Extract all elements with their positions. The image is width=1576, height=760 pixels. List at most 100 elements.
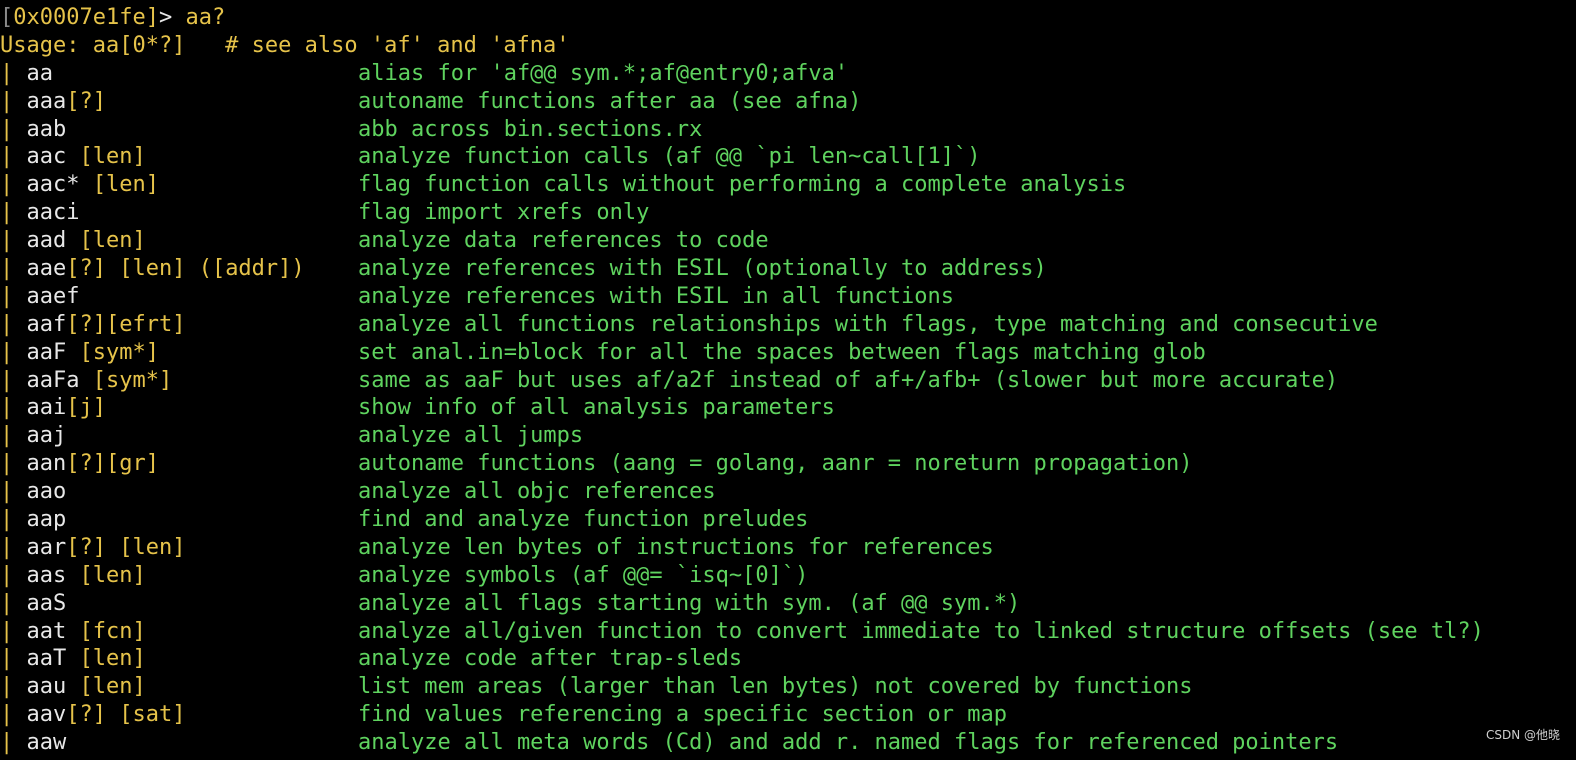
help-row-args: [?] [len] ([addr]) [66,256,305,282]
help-row-command: aat [26,618,67,644]
help-row-description: analyze symbols (af @@= `isq~[0]`) [358,562,809,588]
help-row-args: [len] [66,674,146,700]
help-row-description: analyze all functions relationships with… [358,311,1378,337]
help-row-command-col: | aav[?] [sat] [0,701,358,729]
help-row: | aai[j] show info of all analysis parame… [0,394,1576,422]
prompt-line: [0x0007e1fe]> aa? [0,4,1576,32]
help-row-args: [?] [len] [66,534,186,560]
row-pipe-glyph: | [0,590,27,616]
row-pipe-glyph: | [0,674,27,700]
help-row: | aaS analyze all flags starting with sym… [0,590,1576,618]
prompt-command[interactable]: aa? [185,5,225,30]
help-row-command: aai [26,395,67,421]
help-row-description: analyze data references to code [358,228,769,254]
help-table: | aa alias for 'af@@ sym.*;af@entry0;afva… [0,60,1576,757]
help-row-args: [len] [66,144,146,170]
row-pipe-glyph: | [0,311,27,337]
help-row-command: aaj [26,423,67,449]
help-row-args: [?][gr] [66,451,159,477]
terminal-output: [0x0007e1fe]> aa? Usage: aa[0*?] # see a… [0,4,1576,757]
row-pipe-glyph: | [0,395,27,421]
help-row-command-col: | aao [0,478,358,506]
row-pipe-glyph: | [0,60,27,86]
help-row: | aac* [len] flag function calls without … [0,171,1576,199]
help-row-command: aaF [26,339,67,365]
prompt-arrow: > [158,5,186,30]
help-row-args: [?][efrt] [66,311,186,337]
usage-text: Usage: aa[0*?] # see also 'af' and 'afna… [0,32,570,58]
help-row-command-col: | aaFa [sym*] [0,367,358,395]
help-row-description: flag import xrefs only [358,200,650,226]
prompt-bracket-close: ] [145,5,159,30]
help-row: | aar[?] [len] analyze len bytes of instr… [0,534,1576,562]
help-row-args: [?] [sat] [66,702,186,728]
row-pipe-glyph: | [0,423,27,449]
help-row-description: analyze references with ESIL (optionally… [358,256,1047,282]
help-row-description: flag function calls without performing a… [358,172,1127,198]
help-row-description: analyze len bytes of instructions for re… [358,534,994,560]
help-row-command-col: | aau [len] [0,673,358,701]
row-pipe-glyph: | [0,144,27,170]
help-row-command: aaS [26,590,67,616]
help-row: | aav[?] [sat] find values referencing a … [0,701,1576,729]
row-pipe-glyph: | [0,367,27,393]
help-row-description: alias for 'af@@ sym.*;af@entry0;afva' [358,60,849,86]
help-row-command-col: | aae[?] [len] ([addr]) [0,255,358,283]
help-row-command-col: | aaS [0,590,358,618]
help-row-description: list mem areas (larger than len bytes) n… [358,674,1193,700]
row-pipe-glyph: | [0,562,27,588]
help-row-command-col: | aar[?] [len] [0,534,358,562]
help-row-command: aaf [26,311,67,337]
help-row-command: aaci [26,200,80,226]
row-pipe-glyph: | [0,200,27,226]
help-row-command-col: | aac* [len] [0,171,358,199]
help-row-command-col: | aa [0,60,358,88]
help-row-description: find and analyze function preludes [358,507,809,533]
help-row-command: aav [26,702,67,728]
help-row-command-col: | aad [len] [0,227,358,255]
help-row: | aap find and analyze function preludes [0,506,1576,534]
help-row-command: aau [26,674,67,700]
help-row-command-col: | aaci [0,199,358,227]
row-pipe-glyph: | [0,256,27,282]
help-row: | aaFa [sym*] same as aaF but uses af/a2f… [0,367,1576,395]
help-row: | aau [len] list mem areas (larger than l… [0,673,1576,701]
prompt-bracket-open: [ [0,5,14,30]
help-row-command-col: | aas [len] [0,562,358,590]
help-row: | aaef analyze references with ESIL in al… [0,283,1576,311]
help-row-description: abb across bin.sections.rx [358,116,703,142]
row-pipe-glyph: | [0,618,27,644]
help-row-command-col: | aaef [0,283,358,311]
help-row-command: aab [26,116,67,142]
help-row-command: aaa [26,88,67,114]
help-row-command: aad [26,228,67,254]
watermark: CSDN @他晓 [1485,728,1560,743]
help-row: | aab abb across bin.sections.rx [0,116,1576,144]
help-row: | aaF [sym*] set anal.in=block for all th… [0,339,1576,367]
help-row-args: [j] [66,395,106,421]
help-row-description: analyze code after trap-sleds [358,646,743,672]
help-row-command: aaT [26,646,67,672]
help-row: | aao analyze all objc references [0,478,1576,506]
help-row: | aa alias for 'af@@ sym.*;af@entry0;afva… [0,60,1576,88]
help-row-description: analyze all meta words (Cd) and add r. n… [358,730,1339,756]
row-pipe-glyph: | [0,339,27,365]
help-row-args: [sym*] [66,339,159,365]
help-row: | aae[?] [len] ([addr]) analyze reference… [0,255,1576,283]
help-row-command-col: | aaF [sym*] [0,339,358,367]
help-row-command-col: | aat [fcn] [0,618,358,646]
help-row-description: autoname functions (aang = golang, aanr … [358,451,1193,477]
help-row-command-col: | aai[j] [0,394,358,422]
help-row-command-col: | aap [0,506,358,534]
help-row-description: same as aaF but uses af/a2f instead of a… [358,367,1339,393]
usage-line: Usage: aa[0*?] # see also 'af' and 'afna… [0,32,1576,60]
help-row: | aaj analyze all jumps [0,422,1576,450]
help-row-description: analyze all flags starting with sym. (af… [358,590,1021,616]
help-row-command: aan [26,451,67,477]
help-row-command-col: | aab [0,116,358,144]
help-row-command: aar [26,534,67,560]
help-row: | aaw analyze all meta words (Cd) and add… [0,729,1576,757]
row-pipe-glyph: | [0,730,27,756]
help-row-command: aap [26,507,67,533]
row-pipe-glyph: | [0,116,27,142]
